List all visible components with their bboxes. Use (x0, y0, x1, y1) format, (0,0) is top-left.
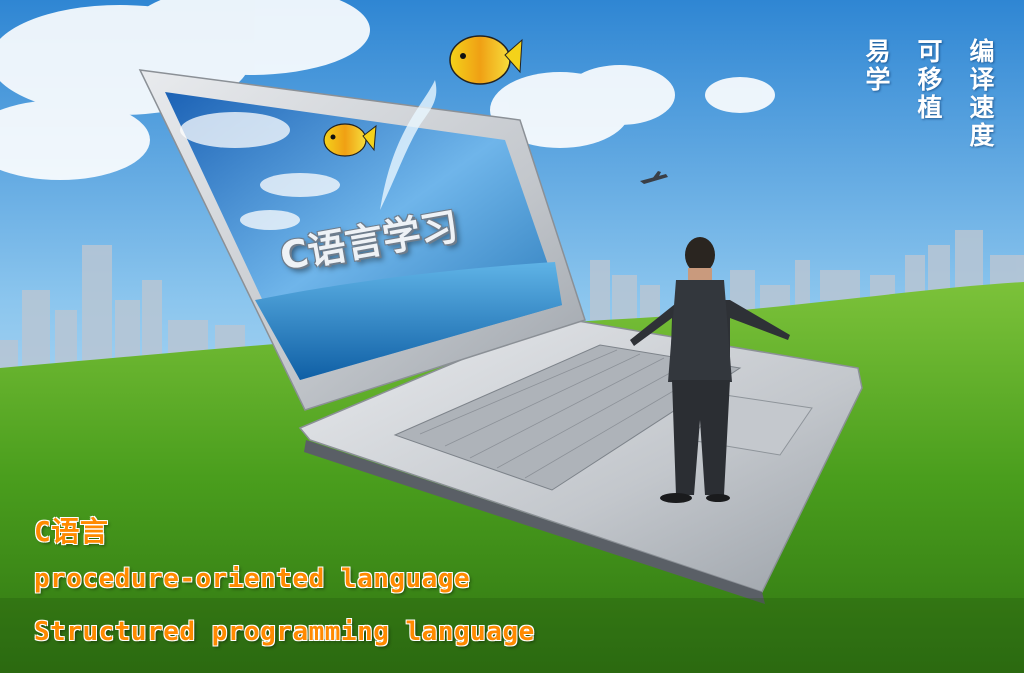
slogan-easy-to-learn: 易学 (862, 38, 891, 94)
caption-structured: Structured programming language (34, 617, 535, 647)
caption-procedure-oriented: procedure-oriented language (34, 564, 471, 594)
slogan-compile-speed: 编译速度 (966, 38, 995, 150)
caption-title: C语言 (34, 515, 109, 548)
slogan-portable: 可移植 (914, 38, 943, 122)
